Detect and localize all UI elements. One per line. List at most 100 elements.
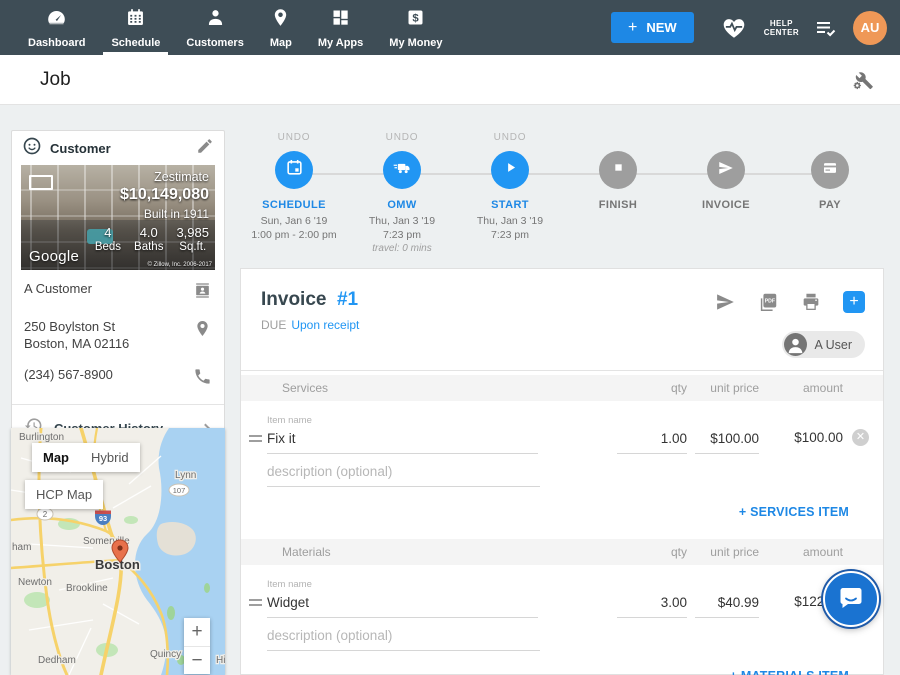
drag-handle[interactable] [249, 599, 267, 606]
checklist-icon[interactable] [814, 16, 838, 40]
undo-spacer [672, 132, 780, 145]
amount-column-header: amount [759, 381, 843, 395]
undo-omw-button[interactable]: UNDO [348, 132, 456, 145]
schedule-step-button[interactable] [275, 151, 313, 189]
due-terms-link[interactable]: Upon receipt [291, 318, 359, 332]
nav-label: Customers [186, 37, 243, 49]
map-button-map[interactable]: Map [32, 443, 80, 472]
service-unit-price-input[interactable] [695, 429, 759, 454]
phone-icon[interactable] [193, 366, 212, 390]
map-widget[interactable]: 2 107 93 Burlington Lynn Somerville Bost… [11, 428, 225, 675]
customer-name-row: A Customer [12, 270, 224, 308]
unit-price-column-header: unit price [687, 381, 759, 395]
qty-column-header: qty [617, 545, 687, 559]
map-label-brookline: Brookline [66, 583, 108, 594]
undo-schedule-button[interactable]: UNDO [240, 132, 348, 145]
zoom-out-button[interactable]: − [184, 646, 210, 674]
send-invoice-icon[interactable] [714, 291, 736, 313]
services-section-header: Services qty unit price amount [241, 375, 883, 401]
assigned-user-chip[interactable]: A User [782, 331, 865, 358]
nav-item-dashboard[interactable]: Dashboard [15, 0, 98, 55]
send-icon [717, 159, 735, 182]
customer-name: A Customer [24, 280, 92, 297]
remove-item-button[interactable]: ✕ [852, 429, 869, 446]
add-invoice-button[interactable]: + [843, 291, 865, 313]
travel-time: travel: 0 mins [348, 242, 456, 255]
undo-start-button[interactable]: UNDO [456, 132, 564, 145]
material-description-row [241, 618, 883, 651]
material-description-input[interactable] [267, 626, 540, 651]
heart-pulse-icon[interactable] [721, 15, 747, 41]
customer-face-icon [22, 136, 42, 161]
service-description-input[interactable] [267, 462, 540, 487]
nav-label: Dashboard [28, 37, 85, 49]
street-view-icon[interactable] [29, 175, 53, 190]
map-label-hi: Hi [216, 655, 225, 666]
help-center-line2: CENTER [764, 28, 799, 37]
new-button-label: NEW [646, 20, 676, 35]
drag-handle[interactable] [249, 435, 267, 442]
finish-step-button[interactable] [599, 151, 637, 189]
map-label-newton: Newton [18, 577, 52, 588]
map-type-buttons: Map Hybrid [32, 443, 140, 472]
map-zoom-controls: + − [184, 618, 210, 674]
qty-column-header: qty [617, 381, 687, 395]
person-icon [205, 7, 226, 33]
workflow-step-pay: PAY [776, 132, 884, 211]
map-button-hcp[interactable]: HCP Map [25, 480, 103, 509]
omw-step-button[interactable] [383, 151, 421, 189]
undo-spacer [776, 132, 884, 145]
job-settings-icon[interactable] [851, 68, 875, 97]
customer-card-title: Customer [50, 141, 196, 156]
property-photo[interactable]: Zestimate $10,149,080 Built in 1911 4Bed… [21, 165, 215, 270]
svg-text:107: 107 [173, 486, 186, 495]
assigned-user-name: A User [814, 338, 852, 352]
map-label-ham: ham [12, 542, 31, 553]
chat-launcher-button[interactable] [823, 571, 879, 627]
add-materials-item-link[interactable]: + MATERIALS ITEM [241, 651, 883, 675]
add-services-item-link[interactable]: + SERVICES ITEM [241, 487, 883, 539]
nav-item-map[interactable]: Map [257, 0, 305, 55]
map-label-burlington: Burlington [19, 432, 64, 443]
workflow-step-invoice: INVOICE [672, 132, 780, 211]
step-label: INVOICE [672, 199, 780, 211]
nav-item-schedule[interactable]: Schedule [98, 0, 173, 55]
nav-item-my-apps[interactable]: My Apps [305, 0, 376, 55]
pay-step-button[interactable] [811, 151, 849, 189]
start-step-button[interactable] [491, 151, 529, 189]
sqft-label: Sq.ft. [176, 241, 209, 253]
user-avatar[interactable]: AU [853, 11, 887, 45]
map-label-dedham: Dedham [38, 655, 76, 666]
zestimate-overlay: Zestimate $10,149,080 Built in 1911 4Bed… [95, 170, 209, 253]
invoice-number[interactable]: #1 [337, 289, 358, 310]
invoice-title: Invoice [261, 289, 326, 310]
invoice-panel: Invoice #1 DUEUpon receipt PDF + A User … [240, 268, 884, 675]
material-unit-price-input[interactable] [695, 593, 759, 618]
route-badge-107: 107 [169, 484, 189, 496]
plus-icon: + [628, 19, 637, 37]
new-button[interactable]: + NEW [611, 12, 694, 43]
play-icon [501, 158, 520, 182]
svg-text:$: $ [413, 12, 420, 24]
services-section-label: Services [241, 381, 617, 395]
material-qty-input[interactable] [617, 593, 687, 618]
pdf-icon[interactable]: PDF [757, 291, 779, 313]
help-center-link[interactable]: HELP CENTER [764, 19, 799, 37]
nav-item-customers[interactable]: Customers [173, 0, 256, 55]
item-name-label: Item name [267, 415, 538, 426]
contact-card-icon[interactable] [193, 280, 212, 304]
unit-price-column-header: unit price [687, 545, 759, 559]
zoom-in-button[interactable]: + [184, 618, 210, 646]
workflow-step-omw: UNDO OMW Thu, Jan 3 '197:23 pm travel: 0… [348, 132, 456, 255]
location-pin-icon[interactable] [193, 318, 212, 342]
edit-pencil-icon[interactable] [196, 137, 214, 160]
nav-item-my-money[interactable]: $ My Money [376, 0, 455, 55]
job-workflow-steps: UNDO SCHEDULE Sun, Jan 6 '191:00 pm - 2:… [240, 132, 884, 262]
service-item-name-input[interactable] [267, 429, 538, 454]
apps-grid-icon [330, 7, 351, 33]
material-item-name-input[interactable] [267, 593, 538, 618]
invoice-step-button[interactable] [707, 151, 745, 189]
service-qty-input[interactable] [617, 429, 687, 454]
map-button-hybrid[interactable]: Hybrid [80, 443, 140, 472]
print-icon[interactable] [800, 291, 822, 313]
